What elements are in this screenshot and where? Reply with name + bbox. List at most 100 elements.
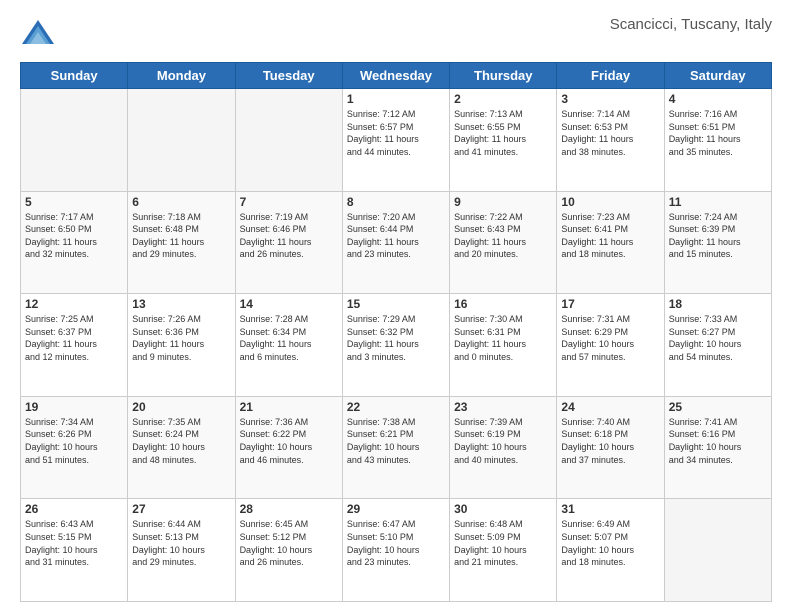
day-number: 3: [561, 92, 659, 106]
day-number: 1: [347, 92, 445, 106]
table-row: 21 Sunrise: 7:36 AM Sunset: 6:22 PM Dayli…: [235, 396, 342, 499]
day-info: Sunrise: 7:36 AM Sunset: 6:22 PM Dayligh…: [240, 416, 338, 466]
table-row: [128, 89, 235, 192]
day-number: 12: [25, 297, 123, 311]
table-row: 13Sunrise: 7:26 AM Sunset: 6:36 PM Dayli…: [128, 294, 235, 397]
table-row: 19 Sunrise: 7:34 AM Sunset: 6:26 PM Dayli…: [21, 396, 128, 499]
calendar-week-row: 5Sunrise: 7:17 AM Sunset: 6:50 PM Daylig…: [21, 191, 772, 294]
day-info: Sunrise: 7:14 AM Sunset: 6:53 PM Dayligh…: [561, 108, 659, 158]
day-info: Sunrise: 7:35 AM Sunset: 6:24 PM Dayligh…: [132, 416, 230, 466]
day-info: Sunrise: 7:23 AM Sunset: 6:41 PM Dayligh…: [561, 211, 659, 261]
table-row: 28 Sunrise: 6:45 AM Sunset: 5:12 PM Dayli…: [235, 499, 342, 602]
table-row: 1 Sunrise: 7:12 AM Sunset: 6:57 PM Daylig…: [342, 89, 449, 192]
day-info: Sunrise: 7:31 AM Sunset: 6:29 PM Dayligh…: [561, 313, 659, 363]
day-info: Sunrise: 7:38 AM Sunset: 6:21 PM Dayligh…: [347, 416, 445, 466]
logo: [20, 16, 60, 52]
table-row: 14 Sunrise: 7:28 AM Sunset: 6:34 PM Dayli…: [235, 294, 342, 397]
table-row: 25 Sunrise: 7:41 AM Sunset: 6:16 PM Dayli…: [664, 396, 771, 499]
table-row: 17 Sunrise: 7:31 AM Sunset: 6:29 PM Dayli…: [557, 294, 664, 397]
day-number: 22: [347, 400, 445, 414]
table-row: 24 Sunrise: 7:40 AM Sunset: 6:18 PM Dayli…: [557, 396, 664, 499]
col-monday: Monday: [128, 63, 235, 89]
col-thursday: Thursday: [450, 63, 557, 89]
day-number: 21: [240, 400, 338, 414]
calendar-week-row: 12 Sunrise: 7:25 AM Sunset: 6:37 PM Dayli…: [21, 294, 772, 397]
table-row: 18 Sunrise: 7:33 AM Sunset: 6:27 PM Dayli…: [664, 294, 771, 397]
day-number: 14: [240, 297, 338, 311]
calendar-week-row: 1 Sunrise: 7:12 AM Sunset: 6:57 PM Daylig…: [21, 89, 772, 192]
day-number: 16: [454, 297, 552, 311]
table-row: 6 Sunrise: 7:18 AM Sunset: 6:48 PM Daylig…: [128, 191, 235, 294]
table-row: 11Sunrise: 7:24 AM Sunset: 6:39 PM Dayli…: [664, 191, 771, 294]
day-info: Sunrise: 6:47 AM Sunset: 5:10 PM Dayligh…: [347, 518, 445, 568]
table-row: 23 Sunrise: 7:39 AM Sunset: 6:19 PM Dayli…: [450, 396, 557, 499]
day-info: Sunrise: 7:25 AM Sunset: 6:37 PM Dayligh…: [25, 313, 123, 363]
day-info: Sunrise: 7:30 AM Sunset: 6:31 PM Dayligh…: [454, 313, 552, 363]
table-row: 16 Sunrise: 7:30 AM Sunset: 6:31 PM Dayli…: [450, 294, 557, 397]
col-sunday: Sunday: [21, 63, 128, 89]
day-info: Sunrise: 7:40 AM Sunset: 6:18 PM Dayligh…: [561, 416, 659, 466]
day-number: 18: [669, 297, 767, 311]
table-row: 26 Sunrise: 6:43 AM Sunset: 5:15 PM Dayli…: [21, 499, 128, 602]
day-number: 6: [132, 195, 230, 209]
day-number: 27: [132, 502, 230, 516]
table-row: 9Sunrise: 7:22 AM Sunset: 6:43 PM Daylig…: [450, 191, 557, 294]
day-number: 26: [25, 502, 123, 516]
table-row: 5Sunrise: 7:17 AM Sunset: 6:50 PM Daylig…: [21, 191, 128, 294]
page: Scancicci, Tuscany, Italy Sunday Monday …: [0, 0, 792, 612]
col-friday: Friday: [557, 63, 664, 89]
day-info: Sunrise: 7:28 AM Sunset: 6:34 PM Dayligh…: [240, 313, 338, 363]
day-number: 25: [669, 400, 767, 414]
day-info: Sunrise: 7:41 AM Sunset: 6:16 PM Dayligh…: [669, 416, 767, 466]
col-saturday: Saturday: [664, 63, 771, 89]
day-info: Sunrise: 6:44 AM Sunset: 5:13 PM Dayligh…: [132, 518, 230, 568]
calendar-week-row: 19 Sunrise: 7:34 AM Sunset: 6:26 PM Dayli…: [21, 396, 772, 499]
table-row: 8 Sunrise: 7:20 AM Sunset: 6:44 PM Daylig…: [342, 191, 449, 294]
table-row: 29Sunrise: 6:47 AM Sunset: 5:10 PM Dayli…: [342, 499, 449, 602]
calendar-table: Sunday Monday Tuesday Wednesday Thursday…: [20, 62, 772, 602]
day-info: Sunrise: 7:26 AM Sunset: 6:36 PM Dayligh…: [132, 313, 230, 363]
day-info: Sunrise: 7:16 AM Sunset: 6:51 PM Dayligh…: [669, 108, 767, 158]
table-row: [664, 499, 771, 602]
day-number: 17: [561, 297, 659, 311]
day-number: 8: [347, 195, 445, 209]
table-row: [21, 89, 128, 192]
day-number: 28: [240, 502, 338, 516]
day-info: Sunrise: 7:29 AM Sunset: 6:32 PM Dayligh…: [347, 313, 445, 363]
day-number: 30: [454, 502, 552, 516]
day-number: 9: [454, 195, 552, 209]
day-info: Sunrise: 7:34 AM Sunset: 6:26 PM Dayligh…: [25, 416, 123, 466]
table-row: 4 Sunrise: 7:16 AM Sunset: 6:51 PM Daylig…: [664, 89, 771, 192]
day-number: 5: [25, 195, 123, 209]
table-row: 7 Sunrise: 7:19 AM Sunset: 6:46 PM Daylig…: [235, 191, 342, 294]
day-number: 10: [561, 195, 659, 209]
day-number: 24: [561, 400, 659, 414]
day-info: Sunrise: 7:24 AM Sunset: 6:39 PM Dayligh…: [669, 211, 767, 261]
day-number: 23: [454, 400, 552, 414]
col-wednesday: Wednesday: [342, 63, 449, 89]
calendar-header-row: Sunday Monday Tuesday Wednesday Thursday…: [21, 63, 772, 89]
day-info: Sunrise: 7:33 AM Sunset: 6:27 PM Dayligh…: [669, 313, 767, 363]
table-row: 2 Sunrise: 7:13 AM Sunset: 6:55 PM Daylig…: [450, 89, 557, 192]
table-row: 15Sunrise: 7:29 AM Sunset: 6:32 PM Dayli…: [342, 294, 449, 397]
day-number: 2: [454, 92, 552, 106]
day-info: Sunrise: 6:43 AM Sunset: 5:15 PM Dayligh…: [25, 518, 123, 568]
day-number: 4: [669, 92, 767, 106]
day-number: 7: [240, 195, 338, 209]
table-row: [235, 89, 342, 192]
day-info: Sunrise: 7:39 AM Sunset: 6:19 PM Dayligh…: [454, 416, 552, 466]
day-info: Sunrise: 7:18 AM Sunset: 6:48 PM Dayligh…: [132, 211, 230, 261]
day-number: 19: [25, 400, 123, 414]
day-info: Sunrise: 6:45 AM Sunset: 5:12 PM Dayligh…: [240, 518, 338, 568]
table-row: 3 Sunrise: 7:14 AM Sunset: 6:53 PM Daylig…: [557, 89, 664, 192]
header: Scancicci, Tuscany, Italy: [20, 16, 772, 52]
day-info: Sunrise: 7:19 AM Sunset: 6:46 PM Dayligh…: [240, 211, 338, 261]
day-number: 31: [561, 502, 659, 516]
table-row: 10 Sunrise: 7:23 AM Sunset: 6:41 PM Dayli…: [557, 191, 664, 294]
table-row: 22 Sunrise: 7:38 AM Sunset: 6:21 PM Dayli…: [342, 396, 449, 499]
table-row: 27 Sunrise: 6:44 AM Sunset: 5:13 PM Dayli…: [128, 499, 235, 602]
location-text: Scancicci, Tuscany, Italy: [610, 16, 772, 33]
day-info: Sunrise: 7:12 AM Sunset: 6:57 PM Dayligh…: [347, 108, 445, 158]
day-info: Sunrise: 7:13 AM Sunset: 6:55 PM Dayligh…: [454, 108, 552, 158]
day-info: Sunrise: 7:20 AM Sunset: 6:44 PM Dayligh…: [347, 211, 445, 261]
